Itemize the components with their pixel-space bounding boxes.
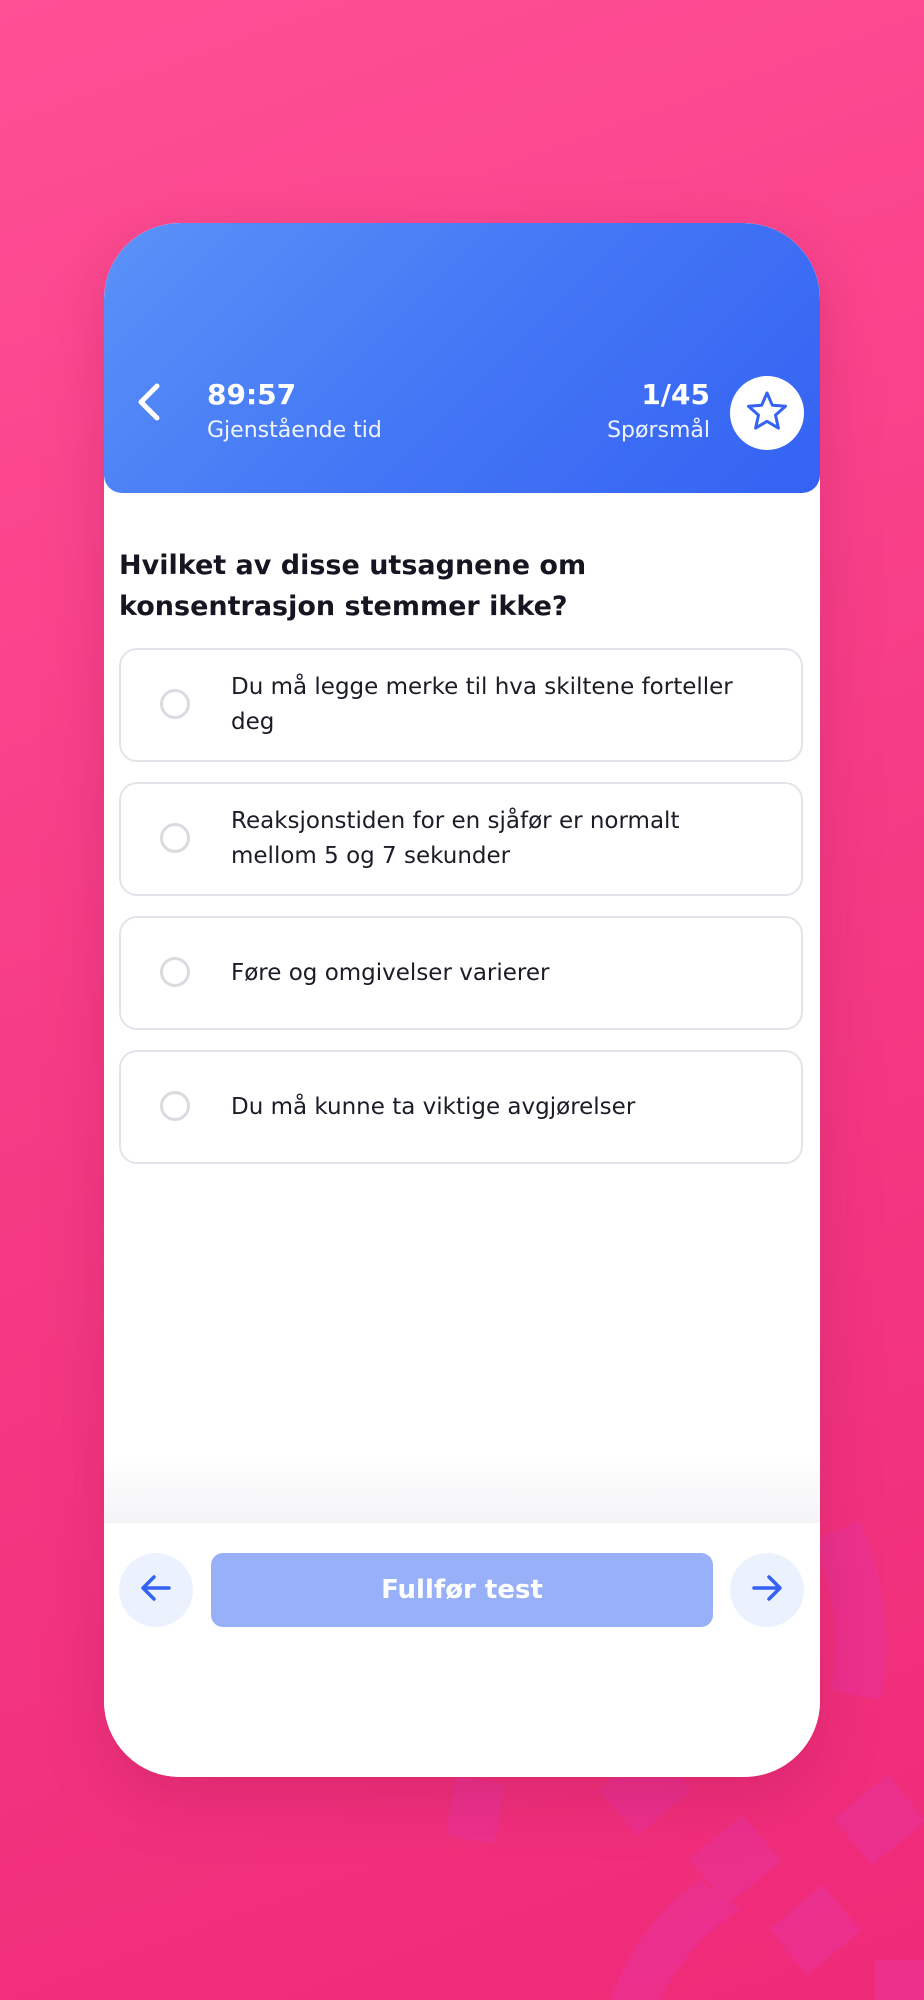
radio-button[interactable] [160,1091,190,1121]
question-counter-label: Spørsmål [607,418,710,443]
question-counter-value: 1/45 [641,378,710,411]
next-question-button[interactable] [730,1553,804,1627]
radio-button[interactable] [160,823,190,853]
answer-option-label: Føre og omgivelser varierer [231,959,550,986]
answer-option[interactable]: Føre og omgivelser varierer [119,916,803,1030]
previous-question-button[interactable] [119,1553,193,1627]
timer: 89:57 Gjenstående tid [207,378,382,446]
chevron-left-icon [135,382,165,426]
answer-option-label: Du må legge merke til hva skiltene forte… [231,674,733,735]
back-button[interactable] [124,378,176,430]
arrow-right-icon [750,1571,784,1609]
radio-button[interactable] [160,689,190,719]
arrow-left-icon [139,1571,173,1609]
quiz-header: 89:57 Gjenstående tid 1/45 Spørsmål [104,223,820,493]
timer-value: 89:57 [207,378,297,411]
answer-option[interactable]: Reaksjonstiden for en sjåfør er normalt … [119,782,803,896]
answer-options: Du må legge merke til hva skiltene forte… [119,648,803,1184]
question-counter: 1/45 Spørsmål [607,378,710,446]
footer-fade [104,1453,820,1523]
phone-frame: 89:57 Gjenstående tid 1/45 Spørsmål Hvil… [104,223,820,1777]
bookmark-button[interactable] [730,376,804,450]
question-text: Hvilket av disse utsagnene om konsentras… [119,550,587,622]
finish-test-button[interactable]: Fullfør test [211,1553,713,1627]
answer-option[interactable]: Du må kunne ta viktige avgjørelser [119,1050,803,1164]
star-outline-icon [746,390,788,436]
answer-option-label: Reaksjonstiden for en sjåfør er normalt … [231,808,680,869]
timer-label: Gjenstående tid [207,418,382,443]
answer-option-label: Du må kunne ta viktige avgjørelser [231,1093,636,1120]
radio-button[interactable] [160,957,190,987]
answer-option[interactable]: Du må legge merke til hva skiltene forte… [119,648,803,762]
